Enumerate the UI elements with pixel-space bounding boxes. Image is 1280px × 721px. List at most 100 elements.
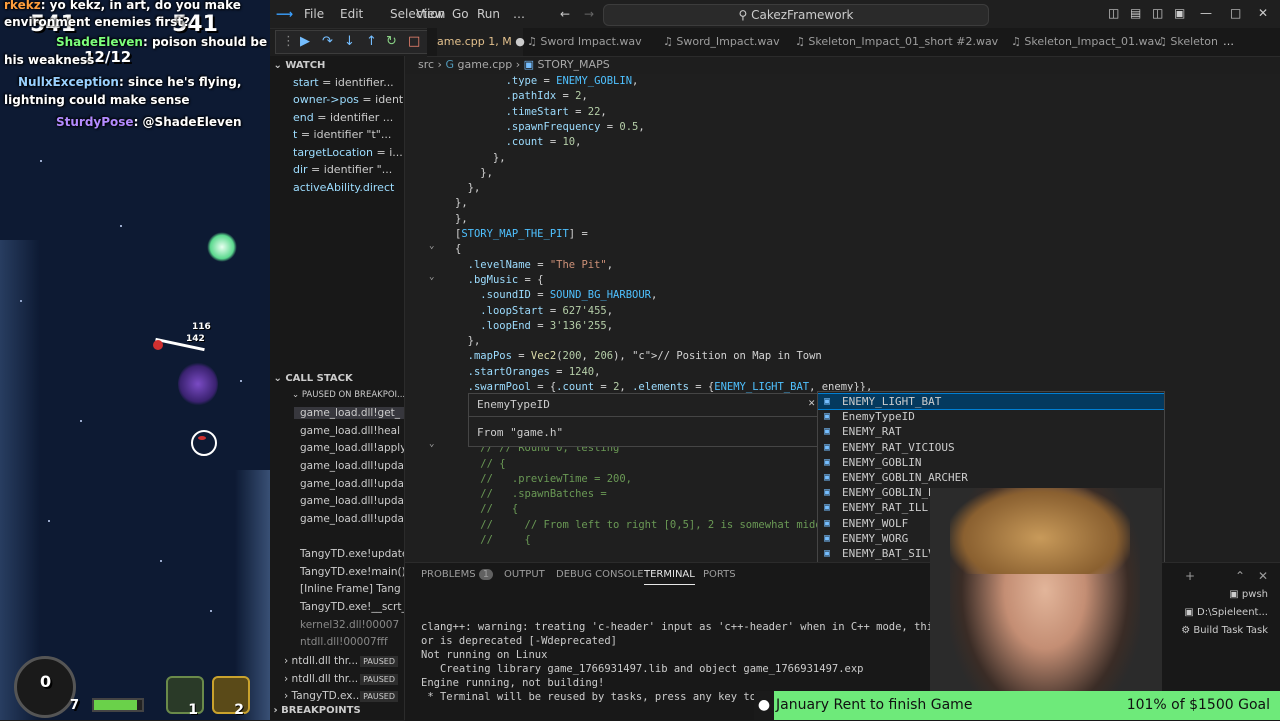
thread-item[interactable]: › ntdll.dll thr... [284, 673, 358, 685]
code-line[interactable]: .spawnFrequency = 0.5, [455, 120, 645, 135]
code-line[interactable]: .mapPos = Vec2(200, 206), "c">// Positio… [455, 349, 822, 364]
code-line[interactable]: .soundID = SOUND_BG_HARBOUR, [455, 288, 657, 303]
suggestion-item[interactable]: ▣ EnemyTypeID [818, 409, 1164, 424]
sidebar-toggle-icon[interactable]: ◫ [1152, 6, 1163, 20]
tab-ports[interactable]: PORTS [703, 569, 736, 580]
panel-toggle-icon[interactable]: ▤ [1130, 6, 1141, 20]
drag-handle-icon[interactable]: ⋮ [282, 34, 295, 49]
tab-terminal[interactable]: TERMINAL [644, 569, 695, 585]
code-line[interactable]: // { [455, 533, 531, 548]
watch-item[interactable]: activeAbility.direct [293, 181, 394, 194]
restart-icon[interactable]: ↻ [386, 34, 397, 49]
code-line[interactable]: .timeStart = 22, [455, 105, 607, 120]
tabs-more-icon[interactable]: … [1217, 28, 1240, 56]
menu-edit[interactable]: Edit [340, 7, 363, 21]
stack-frame[interactable]: game_load.dll!updat [300, 460, 404, 472]
breakpoints-header[interactable]: › BREAKPOINTS [270, 701, 404, 720]
tab-skeleton[interactable]: ♫ Skeleton [1157, 28, 1218, 56]
watch-header[interactable]: ⌄ WATCH [270, 56, 404, 76]
code-line[interactable]: }, [455, 166, 493, 181]
terminal-instance[interactable]: ⚙ Build Task Task [1181, 625, 1268, 636]
stack-frame[interactable]: game_load.dll!heal [300, 425, 400, 437]
layout-icon[interactable]: ◫ [1108, 6, 1119, 20]
menu-more[interactable]: … [513, 7, 525, 21]
tab-debug-console[interactable]: DEBUG CONSOLE [556, 569, 644, 580]
stack-frame[interactable]: game_load.dll!updat [300, 513, 404, 525]
menu-view[interactable]: View [416, 7, 444, 21]
suggestion-item[interactable]: ▣ ENEMY_RAT_VICIOUS [818, 440, 1164, 455]
menu-go[interactable]: Go [452, 7, 469, 21]
tab-sword-impact[interactable]: ♫ Sword Impact.wav [527, 28, 642, 56]
breadcrumb-symbol[interactable]: STORY_MAPS [538, 58, 610, 71]
tab-game-cpp[interactable]: ame.cpp 1, M ● [437, 28, 525, 56]
close-icon[interactable]: ✕ [808, 396, 815, 409]
terminal-instance[interactable]: ▣ D:\Spieleent... [1184, 607, 1268, 618]
code-line[interactable]: }, [455, 181, 481, 196]
continue-icon[interactable]: ▶ [300, 34, 310, 49]
customize-layout-icon[interactable]: ▣ [1174, 6, 1185, 20]
tab-output[interactable]: OUTPUT [504, 569, 545, 580]
suggestion-item[interactable]: ▣ ENEMY_GOBLIN_ARCHER [818, 470, 1164, 485]
watch-item[interactable]: end = identifier ... [293, 111, 393, 124]
minimize-icon[interactable]: — [1200, 6, 1212, 20]
maximize-panel-icon[interactable]: ⌃ [1235, 569, 1245, 583]
tab-problems[interactable]: PROBLEMS 1 [421, 569, 494, 580]
tab-sword-impact-2[interactable]: ♫ Sword_Impact.wav [663, 28, 780, 56]
code-line[interactable]: }, [455, 212, 468, 227]
code-line[interactable]: }, [455, 196, 468, 211]
suggestion-item[interactable]: ▣ ENEMY_LIGHT_BAT [818, 393, 1164, 410]
code-line[interactable]: .loopEnd = 3'136'255, [455, 319, 613, 334]
code-line[interactable]: // { [455, 457, 505, 472]
code-line[interactable]: [STORY_MAP_THE_PIT] = [455, 227, 588, 242]
stack-frame[interactable]: game_load.dll!updat [300, 495, 404, 507]
code-line[interactable]: .bgMusic = { [455, 273, 544, 288]
stack-frame[interactable]: kernel32.dll!00007 [300, 619, 399, 631]
code-line[interactable]: }, [455, 151, 506, 166]
code-line[interactable]: // // From left to right [0,5], 2 is som… [455, 518, 828, 533]
fold-chevron-icon[interactable]: ⌄ [429, 439, 434, 449]
code-line[interactable]: }, [455, 334, 481, 349]
command-center[interactable]: ⚲ CakezFramework [603, 4, 989, 26]
modified-dot-icon[interactable]: ● [515, 35, 525, 48]
thread-item[interactable]: › ntdll.dll thr... [284, 655, 358, 667]
watch-item[interactable]: dir = identifier "... [293, 163, 392, 176]
stack-frame[interactable]: game_load.dll!apply [300, 442, 404, 454]
code-line[interactable]: .loopStart = 627'455, [455, 304, 613, 319]
stack-frame[interactable]: game_load.dll!updat [300, 478, 404, 490]
tab-skeleton-impact-short[interactable]: ♫ Skeleton_Impact_01_short #2.wav [795, 28, 998, 56]
code-line[interactable]: .type = ENEMY_GOBLIN, [455, 74, 639, 89]
new-terminal-icon[interactable]: + [1185, 569, 1195, 583]
paused-thread[interactable]: ⌄ PAUSED ON BREAKPOI... [292, 390, 404, 400]
watch-item[interactable]: targetLocation = i... [293, 146, 403, 159]
stop-icon[interactable]: □ [408, 34, 420, 49]
code-line[interactable]: { [455, 242, 461, 257]
close-panel-icon[interactable]: ✕ [1258, 569, 1268, 583]
menu-run[interactable]: Run [477, 7, 500, 21]
code-line[interactable]: .startOranges = 1240, [455, 365, 601, 380]
watch-item[interactable]: start = identifier... [293, 76, 394, 89]
stack-frame[interactable]: TangyTD.exe!main() [300, 566, 404, 578]
menu-file[interactable]: File [304, 7, 324, 21]
code-line[interactable]: .levelName = "The Pit", [455, 258, 613, 273]
fold-chevron-icon[interactable]: ⌄ [429, 272, 434, 282]
code-line[interactable]: // .spawnBatches = [455, 487, 606, 502]
callstack-header[interactable]: ⌄ CALL STACK [270, 369, 404, 389]
stack-frame[interactable]: ntdll.dll!00007fff [300, 636, 388, 648]
watch-item[interactable]: t = identifier "t"... [293, 128, 391, 141]
breadcrumb-file[interactable]: game.cpp [458, 58, 513, 71]
code-line[interactable]: .pathIdx = 2, [455, 89, 588, 104]
step-out-icon[interactable]: ↑ [366, 34, 377, 49]
stack-frame[interactable]: [Inline Frame] Tang [300, 583, 401, 595]
stack-frame[interactable]: game_load.dll!get_ [294, 407, 404, 419]
code-line[interactable]: // .previewTime = 200, [455, 472, 632, 487]
stack-frame[interactable]: TangyTD.exe!__scrt_ [300, 601, 404, 613]
breadcrumb-src[interactable]: src [418, 58, 434, 71]
stack-frame[interactable]: TangyTD.exe!update_ [300, 548, 404, 560]
code-line[interactable]: // { [455, 502, 518, 517]
forward-arrow-icon[interactable]: → [584, 7, 594, 21]
step-over-icon[interactable]: ↷ [322, 34, 333, 49]
maximize-icon[interactable]: □ [1230, 6, 1241, 20]
close-icon[interactable]: ✕ [1258, 6, 1268, 20]
suggestion-item[interactable]: ▣ ENEMY_GOBLIN [818, 455, 1164, 470]
suggestion-item[interactable]: ▣ ENEMY_RAT [818, 424, 1164, 439]
